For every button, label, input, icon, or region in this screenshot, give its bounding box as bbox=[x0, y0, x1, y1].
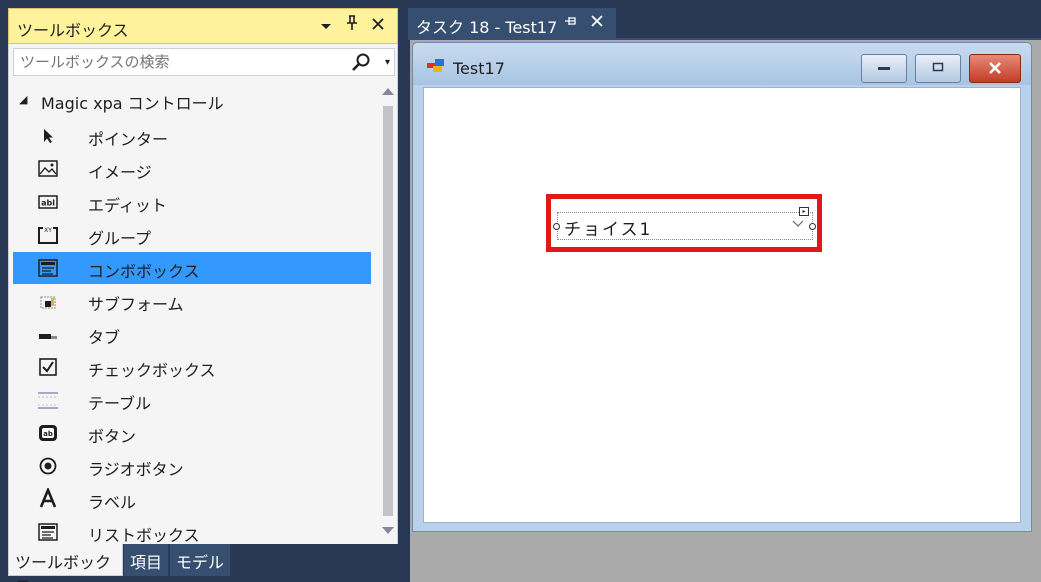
toolbox-group-label: Magic xpa コントロール bbox=[41, 94, 224, 113]
toolbox-search: ▾ bbox=[13, 48, 395, 76]
button-icon: ab bbox=[37, 422, 59, 444]
tab-models[interactable]: モデル bbox=[170, 544, 231, 576]
toolbox-item-label: リストボックス bbox=[88, 526, 200, 544]
toolbox-search-input[interactable] bbox=[14, 49, 344, 75]
maximize-button[interactable] bbox=[915, 54, 961, 83]
label-icon bbox=[37, 486, 59, 510]
tab-items[interactable]: 項目 bbox=[124, 544, 169, 576]
radio-button-icon bbox=[37, 455, 59, 477]
toolbox-item-label: エディット bbox=[88, 196, 167, 215]
form-title-bar: Test17 bbox=[413, 43, 1031, 85]
combo-box-control[interactable]: チョイス1 ▸ bbox=[553, 207, 816, 240]
resize-handle-right[interactable] bbox=[809, 223, 816, 230]
toolbox-item-label: ラベル bbox=[88, 493, 137, 512]
toolbox-item-button[interactable]: ab ボタン bbox=[13, 417, 371, 449]
toolbox-item-image[interactable]: イメージ bbox=[13, 153, 371, 185]
toolbox-scrollbar[interactable] bbox=[379, 82, 397, 544]
checkbox-icon bbox=[37, 356, 59, 378]
combo-box-value: チョイス1 bbox=[564, 220, 653, 240]
toolbox-group-header[interactable]: ◢ Magic xpa コントロール bbox=[9, 86, 371, 114]
toolbox-item-label: イメージ bbox=[88, 163, 152, 182]
document-tab[interactable]: タスク 18 - Test17 bbox=[408, 8, 616, 40]
toolbox-bottom-tabs: ツールボックス 項目 モデル bbox=[8, 544, 398, 582]
image-icon bbox=[37, 158, 59, 180]
pin-icon[interactable] bbox=[564, 14, 578, 32]
resize-handle-left[interactable] bbox=[553, 223, 560, 230]
form-title: Test17 bbox=[453, 59, 505, 78]
edit-icon: abl bbox=[37, 191, 59, 213]
toolbox-item-label: サブフォーム bbox=[88, 295, 184, 314]
pin-icon[interactable] bbox=[341, 15, 363, 37]
close-icon[interactable] bbox=[590, 12, 604, 33]
subform-icon bbox=[37, 290, 59, 312]
toolbox-panel: ツールボックス ▾ ◢ Magic xpa コントロール ポインター bbox=[0, 0, 400, 582]
scroll-up-arrow-icon[interactable] bbox=[382, 88, 394, 95]
toolbox-item-label: タブ bbox=[88, 328, 121, 347]
svg-text:ab: ab bbox=[43, 430, 53, 438]
app-icon bbox=[427, 57, 447, 73]
pointer-icon bbox=[37, 125, 59, 147]
combobox-icon bbox=[37, 257, 59, 279]
svg-text:XY: XY bbox=[44, 227, 52, 234]
expand-triangle-icon: ◢ bbox=[19, 93, 28, 106]
close-icon[interactable] bbox=[367, 15, 389, 37]
table-icon bbox=[37, 389, 59, 411]
tab-toolbox[interactable]: ツールボックス bbox=[8, 544, 123, 582]
toolbox-item-checkbox[interactable]: チェックボックス bbox=[13, 351, 371, 383]
toolbox-item-label: コンボボックス bbox=[88, 262, 200, 281]
toolbox-title-bar: ツールボックス bbox=[8, 8, 398, 44]
form-window: Test17 チョイス1 ▸ bbox=[412, 42, 1032, 532]
svg-text:abl: abl bbox=[41, 199, 55, 208]
form-client-area: チョイス1 ▸ bbox=[423, 87, 1021, 523]
toolbox-item-label: テーブル bbox=[88, 394, 152, 413]
close-icon bbox=[970, 55, 1020, 82]
toolbox-item-subform[interactable]: サブフォーム bbox=[13, 285, 371, 317]
toolbox-body: ▾ ◢ Magic xpa コントロール ポインター イメージ abl エディッ… bbox=[8, 44, 398, 544]
toolbox-title: ツールボックス bbox=[17, 21, 129, 40]
toolbox-item-table[interactable]: テーブル bbox=[13, 384, 371, 416]
toolbox-item-label: グループ bbox=[88, 229, 152, 248]
toolbox-item-radio-button[interactable]: ラジオボタン bbox=[13, 450, 371, 482]
search-icon[interactable] bbox=[350, 52, 372, 74]
chevron-down-icon[interactable] bbox=[792, 218, 804, 232]
document-area: タスク 18 - Test17 Test17 チョイス1 ▸ bbox=[408, 0, 1041, 582]
close-button[interactable] bbox=[969, 54, 1021, 83]
scrollbar-thumb[interactable] bbox=[383, 106, 393, 516]
document-tab-title: タスク 18 - Test17 bbox=[416, 18, 558, 37]
listbox-icon bbox=[37, 521, 59, 543]
toolbox-item-tab[interactable]: タブ bbox=[13, 318, 371, 350]
toolbox-list: ◢ Magic xpa コントロール ポインター イメージ abl エディット … bbox=[9, 82, 371, 544]
tab-icon bbox=[37, 323, 59, 345]
toolbox-item-label: ボタン bbox=[88, 427, 137, 446]
scroll-down-arrow-icon[interactable] bbox=[382, 527, 394, 534]
smart-tag-icon[interactable]: ▸ bbox=[799, 207, 809, 216]
toolbox-item-label: チェックボックス bbox=[88, 361, 216, 380]
toolbox-item-edit[interactable]: abl エディット bbox=[13, 186, 371, 218]
form-designer-canvas: Test17 チョイス1 ▸ bbox=[410, 40, 1041, 582]
dropdown-icon[interactable] bbox=[315, 15, 337, 37]
group-icon: XY bbox=[37, 224, 59, 246]
minimize-button[interactable] bbox=[861, 54, 907, 83]
minimize-icon bbox=[862, 55, 906, 82]
toolbox-item-pointer[interactable]: ポインター bbox=[13, 120, 371, 152]
search-options-chevron-icon[interactable]: ▾ bbox=[385, 53, 390, 73]
maximize-icon bbox=[916, 55, 960, 82]
toolbox-item-group[interactable]: XY グループ bbox=[13, 219, 371, 251]
toolbox-item-label: ポインター bbox=[88, 130, 169, 149]
toolbox-item-combobox[interactable]: コンボボックス bbox=[13, 252, 371, 284]
toolbox-item-label: ラジオボタン bbox=[88, 460, 184, 479]
toolbox-item-label-control[interactable]: ラベル bbox=[13, 483, 371, 515]
toolbox-item-listbox[interactable]: リストボックス bbox=[13, 516, 371, 544]
